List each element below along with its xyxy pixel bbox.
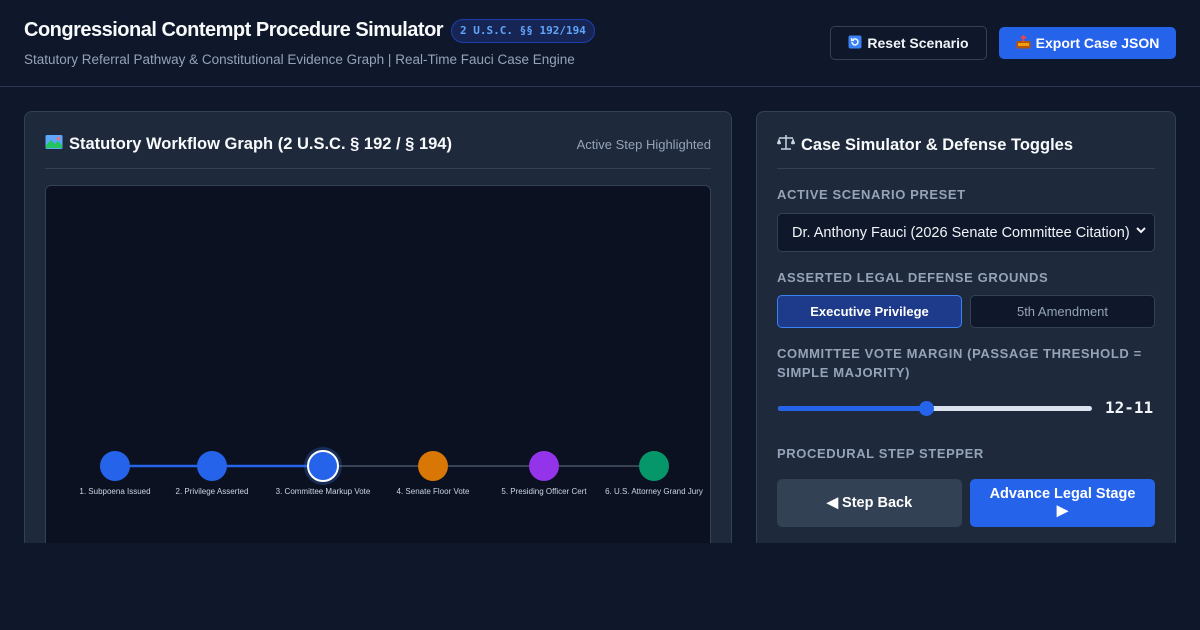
- workflow-step-label: 5. Presiding Officer Cert: [501, 487, 587, 496]
- defense-grounds-label: Asserted Legal Defense Grounds: [777, 270, 1049, 285]
- case-simulator-panel: Case Simulator & Defense Toggles Active …: [756, 111, 1176, 571]
- workflow-step-label: 1. Subpoena Issued: [79, 487, 150, 496]
- page-title: Congressional Contempt Procedure Simulat…: [24, 19, 444, 41]
- balance-scale-icon: [777, 134, 795, 156]
- active-step-note: Active Step Highlighted: [576, 137, 711, 152]
- app-header: Congressional Contempt Procedure Simulat…: [0, 0, 1200, 87]
- workflow-step-label: 3. Committee Markup Vote: [276, 487, 371, 496]
- map-icon: [45, 134, 63, 155]
- scenario-preset-label: Active Scenario Preset: [777, 187, 966, 202]
- step-back-button[interactable]: ◀ Step Back: [777, 479, 962, 527]
- step-stepper-label: Procedural Step Stepper: [777, 446, 984, 461]
- scenario-preset-value: Dr. Anthony Fauci (2026 Senate Committee…: [792, 224, 1130, 241]
- workflow-step-node[interactable]: [639, 451, 669, 481]
- case-simulator-title: Case Simulator & Defense Toggles: [777, 134, 1073, 156]
- chevron-down-icon: [1136, 227, 1146, 234]
- refresh-icon: [848, 35, 862, 52]
- workflow-graph-title-text: Statutory Workflow Graph (2 U.S.C. § 192…: [69, 135, 452, 153]
- export-case-json-button[interactable]: Export Case JSON: [999, 27, 1176, 59]
- vote-margin-slider[interactable]: [778, 401, 1092, 416]
- workflow-step-node[interactable]: [307, 450, 339, 482]
- workflow-graph-title: Statutory Workflow Graph (2 U.S.C. § 192…: [45, 134, 452, 155]
- vote-margin-slider-thumb[interactable]: [918, 401, 934, 416]
- statute-badge: 2 U.S.C. §§ 192/194: [451, 19, 595, 43]
- page-subtitle: Statutory Referral Pathway & Constitutio…: [24, 52, 575, 67]
- panel-divider: [777, 168, 1155, 169]
- export-case-json-label: Export Case JSON: [1035, 35, 1160, 51]
- panel-divider: [45, 168, 711, 169]
- workflow-step-node[interactable]: [100, 451, 130, 481]
- case-simulator-title-text: Case Simulator & Defense Toggles: [801, 135, 1074, 154]
- fifth-amendment-toggle[interactable]: 5th Amendment: [970, 295, 1155, 328]
- reset-scenario-button[interactable]: Reset Scenario: [830, 26, 987, 60]
- page-footer-background: [0, 543, 1200, 630]
- workflow-graph-canvas: 1. Subpoena Issued 2. Privilege Asserted 3…: [45, 185, 711, 565]
- workflow-step-node[interactable]: [529, 451, 559, 481]
- workflow-graph-svg: 1. Subpoena Issued 2. Privilege Asserted 3…: [79, 447, 703, 496]
- vote-margin-slider-fill: [778, 406, 926, 411]
- vote-margin-label: Committee Vote Margin (Passage Threshold…: [777, 346, 1142, 380]
- workflow-step-node[interactable]: [418, 451, 448, 481]
- workflow-graph-panel: Statutory Workflow Graph (2 U.S.C. § 192…: [24, 111, 732, 571]
- executive-privilege-toggle[interactable]: Executive Privilege: [777, 295, 962, 328]
- workflow-step-label: 4. Senate Floor Vote: [397, 487, 470, 496]
- vote-margin-value: 12-11: [1105, 398, 1154, 417]
- workflow-step-label: 2. Privilege Asserted: [176, 487, 249, 496]
- workflow-step-label: 6. U.S. Attorney Grand Jury: [605, 487, 703, 496]
- reset-scenario-label: Reset Scenario: [867, 35, 969, 51]
- scenario-preset-select[interactable]: Dr. Anthony Fauci (2026 Senate Committee…: [777, 213, 1155, 252]
- outbox-tray-icon: [1016, 34, 1031, 52]
- workflow-step-node[interactable]: [197, 451, 227, 481]
- advance-legal-stage-button[interactable]: Advance Legal Stage ▶: [970, 479, 1155, 527]
